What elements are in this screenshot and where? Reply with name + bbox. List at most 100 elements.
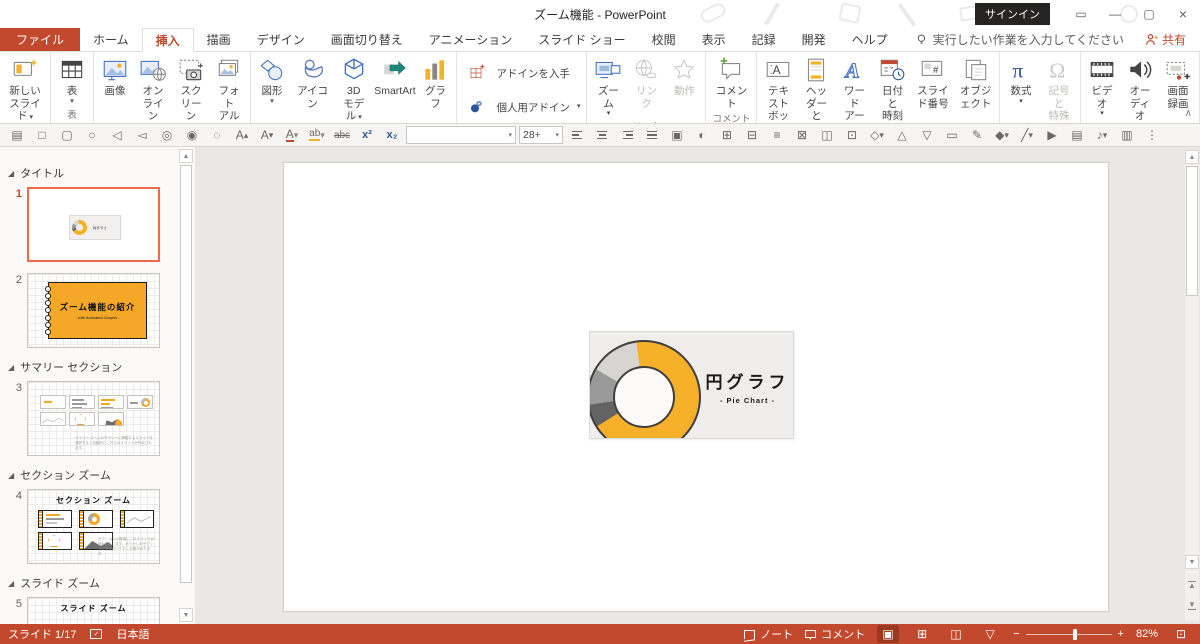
spell-check-icon[interactable]: ✓ [90,629,103,639]
section-header-タイトル[interactable]: ◢ タイトル [8,165,177,181]
callout-shape-icon[interactable]: ▽ [916,126,938,145]
zoom-percent[interactable]: 82% [1136,628,1158,640]
comments-toggle[interactable]: コメント [805,626,865,642]
align-left-icon[interactable] [566,126,588,145]
scroll-down-icon[interactable]: ▼ [179,608,193,622]
previous-slide-icon[interactable]: ▲ [1185,577,1199,593]
tab-スライド ショー[interactable]: スライド ショー [525,28,638,51]
group-objects-icon[interactable]: ⊞ [716,126,738,145]
section-collapse-icon[interactable]: ◢ [8,363,14,372]
collapse-ribbon-icon[interactable]: ∧ [1185,108,1192,119]
strikethrough-icon[interactable]: abc [331,126,353,145]
object-anchor-icon[interactable]: ⊡ [841,126,863,145]
zoom-out-icon[interactable]: − [1013,628,1019,640]
align-right-icon[interactable] [616,126,638,145]
ribbon-button-グラフ[interactable]: グラフ [416,53,454,110]
section-header-サマリー セクション[interactable]: ◢ サマリー セクション [8,359,177,375]
triangle-shape-icon[interactable]: △ [891,126,913,145]
ribbon-button-新しいスライド[interactable]: 新しい スライド ▾ [2,53,48,123]
tab-表示[interactable]: 表示 [689,28,739,51]
grow-font-icon[interactable]: A ▴ [231,126,253,145]
font-color-icon[interactable]: A ▾ [281,126,303,145]
align-center-icon[interactable] [591,126,613,145]
zoom-slider-thumb[interactable] [1072,628,1077,640]
notes-toggle[interactable]: ノート [744,626,793,642]
section-collapse-icon[interactable]: ◢ [8,471,14,480]
columns-icon[interactable]: ▥ [1116,126,1138,145]
zoom-slider-track[interactable] [1025,628,1112,640]
restore-icon[interactable]: ▢ [1132,0,1166,28]
scrollbar-thumb[interactable] [180,165,192,583]
tab-ファイル[interactable]: ファイル [0,28,81,51]
justify-icon[interactable] [641,126,663,145]
shrink-font-icon[interactable]: A ▾ [256,126,278,145]
tab-挿入[interactable]: 挿入 [141,28,194,52]
scroll-down-icon[interactable]: ▼ [1185,555,1199,569]
ribbon-button-3Dモデル[interactable]: 3D モデル ▾ [334,53,373,123]
line-shape-icon[interactable]: ╱ ▾ [1016,126,1038,145]
tab-描画[interactable]: 描画 [194,28,244,51]
ribbon-button-数式[interactable]: π 数式 ▾ [1002,53,1040,105]
ribbon-button-画面録画[interactable]: 画面 録画 [1159,53,1197,110]
next-slide-icon[interactable]: ▼ [1185,597,1199,613]
rotate-shape-icon[interactable]: ◅ [131,126,153,145]
diamond-shape-icon[interactable]: ◆ ▾ [991,126,1013,145]
ribbon-button-オブジェクト[interactable]: オブジェクト [954,53,997,110]
tab-画面切り替え[interactable]: 画面切り替え [318,28,416,51]
section-header-セクション ズーム[interactable]: ◢ セクション ズーム [8,467,177,483]
draw-textbox-icon[interactable]: ▤ [6,126,28,145]
zoom-slider[interactable]: − + [1013,628,1124,640]
slide-thumbnail-3[interactable]: サマリー ズームのサマリーに移動するスライドを選択すると自動的にこれらのスライド… [27,381,160,456]
ribbon-button-テキストボックス[interactable]: Aテキスト ボックス▾ [759,53,797,123]
combine-shapes-icon[interactable]: ◉ [181,126,203,145]
more-commands-icon[interactable]: ⋮ [1141,126,1163,145]
slide-layout-icon[interactable]: ▣ [666,126,688,145]
superscript-icon[interactable]: x² [356,126,378,145]
slide-sorter-view-icon[interactable]: ⊞ [911,625,933,643]
section-header-スライド ズーム[interactable]: ◢ スライド ズーム [8,575,177,591]
fragment-shapes-icon[interactable]: ◌ [206,126,228,145]
font-name-combo[interactable]: ▾ [406,126,516,144]
slide-thumbnail-5[interactable]: スライド ズーム [27,597,160,624]
ribbon-button-ワードアート[interactable]: Aワード アート▾ [835,53,873,123]
ribbon-button-個人用アドイン[interactable]: 個人用アドイン ▾ [463,93,580,121]
canvas-scrollbar[interactable]: ▲ ▼ ▲ ▼ [1185,150,1199,621]
ribbon-button-オーディオ[interactable]: オーディオ▾ [1121,53,1159,123]
media-mark-icon[interactable]: ▶ [1041,126,1063,145]
minimize-icon[interactable]: — [1098,0,1132,28]
audio-tool-icon[interactable]: ♪ ▾ [1091,126,1113,145]
zoom-in-icon[interactable]: + [1118,628,1124,640]
ribbon-button-日付と時刻[interactable]: 日付と 時刻 [873,53,911,123]
ribbon-button-アイコン[interactable]: アイコン [291,53,334,110]
font-size-combo[interactable]: 28+ ▾ [519,126,563,144]
highlight-icon[interactable]: ab ▾ [306,126,328,145]
tab-デザイン[interactable]: デザイン [244,28,318,51]
section-collapse-icon[interactable]: ◢ [8,579,14,588]
ribbon-button-ズーム[interactable]: ズーム ▾ [589,53,627,118]
scroll-up-icon[interactable]: ▲ [179,149,193,163]
notes-page-icon[interactable]: ▤ [1066,126,1088,145]
share-button[interactable]: 共有 [1131,28,1200,51]
normal-view-icon[interactable]: ▣ [877,625,900,643]
ink-pen-icon[interactable]: ✎ [966,126,988,145]
slide-thumbnail-2[interactable]: ズーム機能の紹介 - with Animated Graphs - [27,273,160,348]
current-slide[interactable]: 円グラフ - Pie Chart - [283,162,1109,612]
ribbon-button-オンライン画像[interactable]: オンライン 画像 [134,53,172,123]
slideshow-view-icon[interactable]: ▽ [979,625,1001,643]
scrollbar-thumb[interactable] [1186,166,1198,296]
slide-thumbnail-1[interactable]: 円グラフ [27,187,160,262]
ribbon-button-スライド番号[interactable]: # スライド番号 [911,53,954,110]
ribbon-button-ビデオ[interactable]: ビデオ ▾ [1083,53,1121,118]
flip-shape-icon[interactable]: ◁ [106,126,128,145]
sidebar-scrollbar[interactable]: ▲ ▼ [179,149,193,622]
zoom-object-card[interactable]: 円グラフ - Pie Chart - [589,331,794,439]
tell-me-search[interactable]: 実行したい作業を入力してください [915,28,1124,51]
distribute-objects-icon[interactable]: ≡ [766,126,788,145]
tab-ヘルプ[interactable]: ヘルプ [839,28,901,51]
ribbon-button-SmartArt[interactable]: SmartArt [373,53,416,98]
shape-fill-icon[interactable]: ◐ [691,126,713,145]
ribbon-button-画像[interactable]: 画像 [96,53,134,98]
tab-開発[interactable]: 開発 [789,28,839,51]
tab-記録[interactable]: 記録 [739,28,789,51]
arrange-objects-icon[interactable]: ⊠ [791,126,813,145]
